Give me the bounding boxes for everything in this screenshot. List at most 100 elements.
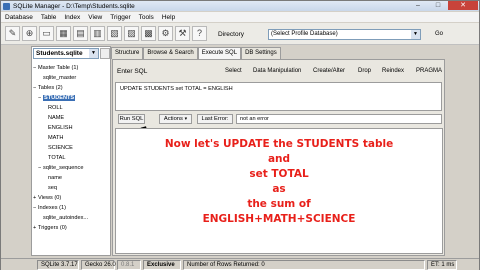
- tree-item-label: Triggers (0): [38, 225, 67, 231]
- tree-item-label: Master Table (1): [38, 65, 79, 71]
- actions-label: Actions: [163, 116, 183, 122]
- tab-db-settings[interactable]: DB Settings: [241, 47, 281, 59]
- tree-item-label: TOTAL: [48, 155, 66, 161]
- minimize-button[interactable]: –: [408, 1, 428, 10]
- subtab-reindex[interactable]: Reindex: [382, 68, 404, 74]
- create-view-icon[interactable]: ▨: [124, 26, 139, 41]
- annotation-line: as: [272, 183, 286, 195]
- tree-item[interactable]: + Triggers (0): [33, 223, 110, 233]
- drop-table-icon[interactable]: ▤: [73, 26, 88, 41]
- status-extension-version: 0.8.1: [117, 259, 141, 270]
- tree-item[interactable]: − sqlite_sequence: [33, 163, 110, 173]
- window-controls: – □ ✕: [408, 1, 478, 11]
- database-select[interactable]: Students.sqlite ▼: [33, 48, 99, 59]
- status-lock-mode: Exclusive: [143, 259, 181, 270]
- help-icon[interactable]: ?: [192, 26, 207, 41]
- tree-item-label: sqlite_autoindex...: [43, 215, 89, 221]
- tree-item-label: STUDENTS: [43, 95, 76, 101]
- annotation-line: the sum of: [247, 198, 311, 210]
- tree-item[interactable]: TOTAL: [33, 153, 110, 163]
- tree-item[interactable]: sqlite_master: [33, 73, 110, 83]
- annotation-line: set TOTAL: [249, 168, 309, 180]
- chevron-down-icon[interactable]: ▼: [411, 30, 420, 39]
- profile-select-value: (Select Profile Database): [271, 31, 338, 37]
- main-tabs: Structure Browse & Search Execute SQL DB…: [111, 47, 281, 59]
- status-rows-returned: Number of Rows Returned: 0: [183, 259, 425, 270]
- tree-item-label: Indexes (1): [38, 205, 66, 211]
- tree-item[interactable]: name: [33, 173, 110, 183]
- tree-item[interactable]: + Views (0): [33, 193, 110, 203]
- tree-item[interactable]: seq: [33, 183, 110, 193]
- drop-index-icon[interactable]: ▧: [107, 26, 122, 41]
- tree-item-label: ENGLISH: [48, 125, 73, 131]
- create-index-icon[interactable]: ▥: [90, 26, 105, 41]
- create-trigger-icon[interactable]: ⚙: [158, 26, 173, 41]
- menu-tools[interactable]: Tools: [135, 14, 158, 21]
- subtab-select[interactable]: Select: [225, 68, 242, 74]
- menu-help[interactable]: Help: [158, 14, 179, 21]
- schema-tree: − Master Table (1) sqlite_master − Tables (2…: [33, 63, 110, 233]
- tree-item[interactable]: − Indexes (1): [33, 203, 110, 213]
- tree-item[interactable]: sqlite_autoindex...: [33, 213, 110, 223]
- tree-item-label: Tables (2): [38, 85, 63, 91]
- tab-execute-sql[interactable]: Execute SQL: [197, 47, 242, 59]
- create-table-icon[interactable]: ▦: [56, 26, 71, 41]
- menu-table[interactable]: Table: [37, 14, 61, 21]
- drop-view-icon[interactable]: ▩: [141, 26, 156, 41]
- status-bar: SQLite 3.7.17 Gecko 26.0 0.8.1 Exclusive…: [1, 258, 479, 270]
- tutorial-annotation: Now let's UPDATE the STUDENTS table and …: [115, 137, 443, 227]
- menu-index[interactable]: Index: [60, 14, 84, 21]
- app-window: SQLite Manager - D:\Temp\Students.sqlite…: [0, 0, 480, 270]
- sql-editor[interactable]: UPDATE STUDENTS set TOTAL = ENGLISH: [115, 82, 442, 111]
- menu-database[interactable]: Database: [1, 14, 37, 21]
- actions-button[interactable]: Actions ▾: [159, 114, 192, 124]
- tree-item-label: SCIENCE: [48, 145, 73, 151]
- run-sql-button[interactable]: Run SQL: [118, 114, 145, 124]
- maximize-button[interactable]: □: [428, 1, 448, 10]
- subtab-pragma[interactable]: PRAGMA: [416, 68, 442, 74]
- tree-item-label: Views (0): [38, 195, 62, 201]
- last-error-field: not an error: [236, 114, 442, 124]
- directory-label: Directory: [218, 31, 245, 38]
- tree-item-label: seq: [48, 185, 58, 191]
- tree-item[interactable]: ROLL: [33, 103, 110, 113]
- last-error-button[interactable]: Last Error:: [197, 114, 233, 124]
- subtab-create-alter[interactable]: Create/Alter: [313, 68, 345, 74]
- right-margin: [447, 46, 479, 256]
- tree-item[interactable]: − Tables (2): [33, 83, 110, 93]
- tree-item[interactable]: − Master Table (1): [33, 63, 110, 73]
- settings-icon[interactable]: ⚒: [175, 26, 190, 41]
- tree-item-label: name: [48, 175, 62, 181]
- status-sqlite-version: SQLite 3.7.17: [37, 259, 79, 270]
- menu-bar: Database Table Index View Trigger Tools …: [1, 12, 479, 22]
- tree-item[interactable]: SCIENCE: [33, 143, 110, 153]
- chevron-down-icon[interactable]: ▼: [89, 49, 98, 58]
- tree-item-label: sqlite_master: [43, 75, 77, 81]
- menu-trigger[interactable]: Trigger: [106, 14, 134, 21]
- tab-structure[interactable]: Structure: [111, 47, 144, 59]
- database-options-button[interactable]: [100, 48, 110, 59]
- tab-browse-search[interactable]: Browse & Search: [143, 47, 198, 59]
- annotation-line: ENGLISH+MATH+SCIENCE: [202, 213, 356, 225]
- connect-database-icon[interactable]: ⊕: [22, 26, 37, 41]
- profile-database-select[interactable]: (Select Profile Database) ▼: [268, 29, 421, 40]
- tree-item-label: NAME: [48, 115, 65, 121]
- database-select-value: Students.sqlite: [36, 50, 83, 57]
- tree-item[interactable]: NAME: [33, 113, 110, 123]
- status-elapsed-time: ET: 1 ms: [427, 259, 457, 270]
- tree-item-label: sqlite_sequence: [43, 165, 84, 171]
- tree-item-label: MATH: [48, 135, 64, 141]
- app-icon: [3, 2, 10, 10]
- menu-view[interactable]: View: [84, 14, 106, 21]
- close-button[interactable]: ✕: [448, 1, 478, 10]
- tree-item[interactable]: MATH: [33, 133, 110, 143]
- new-database-icon[interactable]: ✎: [5, 26, 20, 41]
- tree-item[interactable]: ENGLISH: [33, 123, 110, 133]
- subtab-data-manipulation[interactable]: Data Manipulation: [253, 68, 301, 74]
- tree-item[interactable]: − STUDENTS: [33, 93, 110, 103]
- go-button[interactable]: Go: [432, 29, 446, 40]
- chevron-down-icon: ▾: [184, 116, 188, 122]
- enter-sql-label: Enter SQL: [117, 68, 148, 75]
- open-database-icon[interactable]: ▭: [39, 26, 54, 41]
- subtab-drop[interactable]: Drop: [358, 68, 371, 74]
